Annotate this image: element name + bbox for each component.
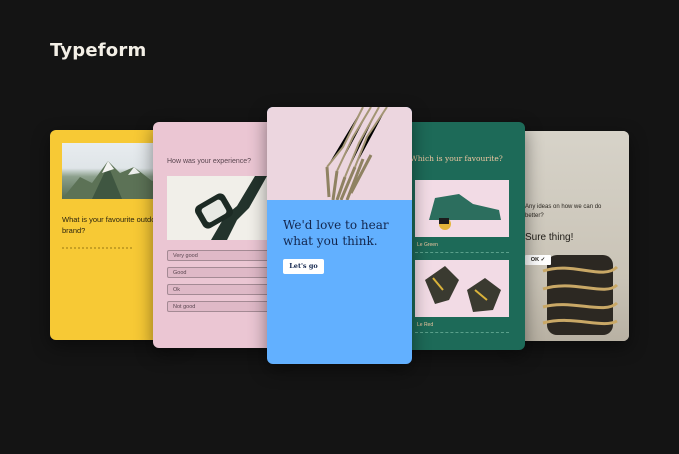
divider (415, 332, 509, 333)
option-very-good[interactable]: Very good (167, 250, 279, 261)
form-card-green[interactable]: Which is your favourite? Le Green Le Red (395, 122, 525, 350)
option-label: Le Green (417, 242, 438, 248)
typeform-logo: Typeform (50, 40, 147, 61)
green-shoe-photo[interactable] (415, 180, 509, 237)
answer-text: Sure thing! (525, 232, 574, 243)
question-text: Any ideas on how we can do better? (525, 204, 602, 219)
ok-button[interactable]: OK ✓ (525, 255, 551, 265)
broom-photo (267, 107, 412, 201)
shoe-illustration (429, 194, 501, 230)
divider (415, 252, 509, 253)
lets-go-button[interactable]: Let's go (283, 259, 324, 274)
welcome-heading: We'd love to hear what you think. (283, 218, 389, 248)
answer-input[interactable] (62, 241, 132, 249)
broom-illustration (325, 107, 388, 201)
option-label: Le Red (417, 322, 434, 328)
question-text: Which is your favourite? (410, 154, 503, 163)
red-shoe-photo[interactable] (415, 260, 509, 317)
watch-illustration (194, 176, 267, 240)
option-not-good[interactable]: Not good (167, 301, 279, 312)
watch-photo (167, 176, 281, 240)
shoe-illustration (425, 266, 501, 312)
question-text: How was your experience? (167, 158, 252, 165)
form-card-blue[interactable]: We'd love to hear what you think. Let's … (267, 107, 412, 364)
option-good[interactable]: Good (167, 267, 279, 278)
option-ok[interactable]: Ok (167, 284, 279, 295)
form-card-grey[interactable]: Any ideas on how we can do better? Sure … (513, 131, 629, 341)
